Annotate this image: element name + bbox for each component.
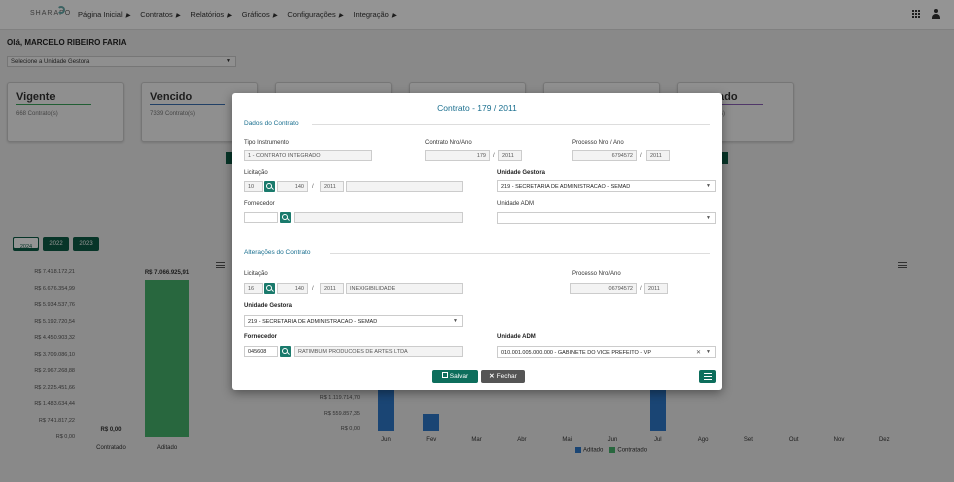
clear-icon[interactable]: ✕ [696, 349, 701, 356]
licitacao-nro-field[interactable]: 140 [277, 181, 308, 192]
slash-separator: / [312, 286, 314, 292]
chevron-down-icon: ▼ [453, 318, 458, 324]
adm-select[interactable]: ▼ [497, 212, 716, 224]
section-title-alteracoes: Alterações do Contrato [244, 249, 311, 256]
section-title-dados: Dados do Contrato [244, 120, 299, 127]
alt-adm-label: Unidade ADM [497, 334, 536, 340]
licitacao-ano-field[interactable]: 2011 [320, 181, 344, 192]
tipo-field[interactable]: 1 - CONTRATO INTEGRADO [244, 150, 372, 161]
alt-licitacao-nro-field[interactable]: 140 [277, 283, 308, 294]
alt-processo-label: Processo Nro/Ano [572, 271, 621, 277]
list-icon [704, 373, 712, 380]
licitacao-mod-field[interactable]: 10 [244, 181, 263, 192]
alt-licitacao-label: Licitação [244, 271, 268, 277]
processo-ano-field[interactable]: 2011 [646, 150, 670, 161]
contrato-nro-field[interactable]: 179 [425, 150, 490, 161]
alt-adm-select[interactable]: 010.001.005.000.000 - GABINETE DO VICE P… [497, 346, 716, 358]
alt-ug-select[interactable]: 219 - SECRETARIA DE ADMINISTRACAO - SEMA… [244, 315, 463, 327]
fornecedor-label: Fornecedor [244, 201, 275, 207]
fornecedor-name-field[interactable] [294, 212, 463, 223]
alt-processo-ano-field[interactable]: 2011 [644, 283, 668, 294]
alt-processo-nro-field[interactable]: 06794572 [570, 283, 637, 294]
search-icon[interactable] [280, 212, 291, 223]
alt-ug-label: Unidade Gestora [244, 303, 293, 309]
contract-modal: Contrato - 179 / 2011 Dados do Contrato … [232, 93, 722, 390]
fornecedor-code-field[interactable] [244, 212, 278, 223]
alt-licitacao-desc-field[interactable]: INEXIGIBILIDADE [346, 283, 463, 294]
search-icon[interactable] [264, 283, 275, 294]
contrato-label: Contrato Nro/Ano [425, 140, 472, 146]
search-icon[interactable] [264, 181, 275, 192]
ug-select[interactable]: 219 - SECRETARIA DE ADMINISTRACAO - SEMA… [497, 180, 716, 192]
save-button[interactable]: Salvar [432, 370, 478, 383]
chevron-down-icon: ▼ [706, 349, 711, 355]
slash-separator: / [312, 184, 314, 190]
list-button[interactable] [699, 370, 716, 383]
search-icon[interactable] [280, 346, 291, 357]
alt-fornecedor-name-field[interactable]: RATIMBUM PRODUCOES DE ARTES LTDA [294, 346, 463, 357]
alt-fornecedor-label: Fornecedor [244, 334, 278, 340]
slash-separator: / [640, 153, 642, 159]
processo-label: Processo Nro / Ano [572, 140, 624, 146]
section-divider [330, 253, 710, 254]
chevron-down-icon: ▼ [706, 183, 711, 189]
close-icon: ✕ [489, 373, 495, 380]
slash-separator: / [640, 286, 642, 292]
tipo-label: Tipo Instrumento [244, 140, 289, 146]
modal-title: Contrato - 179 / 2011 [437, 103, 517, 113]
close-button[interactable]: ✕ Fechar [481, 370, 525, 383]
alt-licitacao-mod-field[interactable]: 16 [244, 283, 263, 294]
section-divider [312, 124, 710, 125]
floppy-icon [441, 372, 448, 379]
processo-nro-field[interactable]: 6794572 [572, 150, 637, 161]
alt-fornecedor-code-field[interactable]: 045608 [244, 346, 278, 357]
adm-label: Unidade ADM [497, 201, 535, 207]
licitacao-desc-field[interactable] [346, 181, 463, 192]
slash-separator: / [493, 153, 495, 159]
chevron-down-icon: ▼ [706, 215, 711, 221]
contrato-ano-field[interactable]: 2011 [498, 150, 522, 161]
ug-label: Unidade Gestora [497, 170, 546, 176]
licitacao-label: Licitação [244, 170, 268, 176]
alt-licitacao-ano-field[interactable]: 2011 [320, 283, 344, 294]
